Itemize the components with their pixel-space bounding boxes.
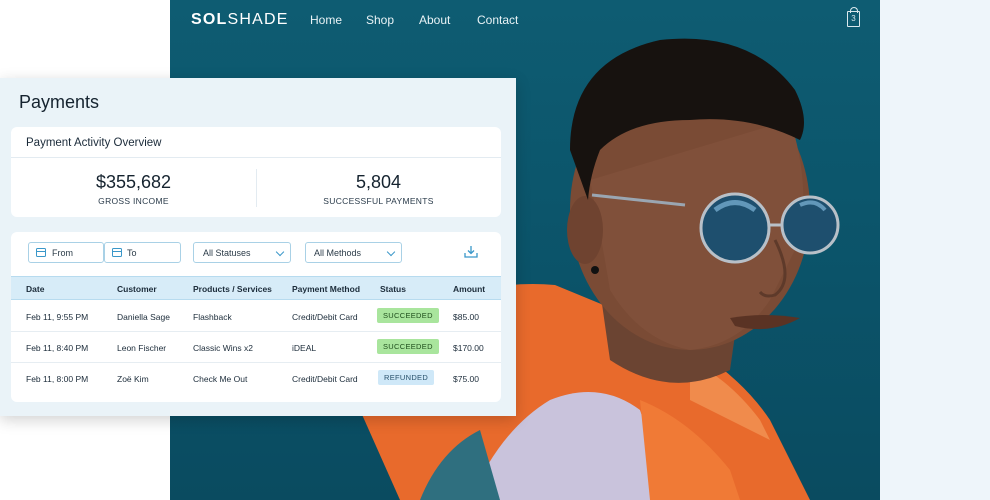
- cell-customer: Daniella Sage: [117, 312, 170, 322]
- cell-product: Classic Wins x2: [193, 343, 253, 353]
- cell-payment-method: Credit/Debit Card: [292, 312, 358, 322]
- divider: [11, 157, 501, 158]
- column-header-customer[interactable]: Customer: [117, 284, 157, 294]
- to-label: To: [127, 248, 137, 258]
- to-date-filter[interactable]: To: [104, 242, 181, 263]
- chevron-down-icon: [386, 247, 396, 257]
- nav-contact-link[interactable]: Contact: [477, 13, 518, 27]
- status-filter-dropdown[interactable]: All Statuses: [193, 242, 291, 263]
- status-filter-label: All Statuses: [203, 248, 251, 258]
- solshade-logo[interactable]: SOLSHADE: [191, 11, 289, 29]
- gross-income-value: $355,682: [95, 172, 172, 192]
- from-date-filter[interactable]: From: [28, 242, 104, 263]
- nav-shop-link[interactable]: Shop: [366, 13, 394, 27]
- payments-table-card: From To All Statuses All Methods Date Cu…: [11, 232, 501, 402]
- chevron-down-icon: [275, 247, 285, 257]
- status-badge: SUCCEEDED: [377, 308, 439, 323]
- page-title: Payments: [19, 92, 100, 112]
- cell-customer: Zoë Kim: [117, 374, 149, 384]
- cell-customer: Leon Fischer: [117, 343, 167, 353]
- status-badge: REFUNDED: [378, 370, 435, 385]
- column-header-amount[interactable]: Amount: [453, 284, 485, 294]
- payments-panel: Payments Payment Activity Overview $355,…: [0, 78, 516, 416]
- overview-title: Payment Activity Overview: [26, 137, 162, 149]
- table-row[interactable]: Feb 11, 8:40 PM Leon Fischer Classic Win…: [11, 332, 501, 363]
- method-filter-label: All Methods: [314, 248, 362, 258]
- table-row[interactable]: Feb 11, 8:00 PM Zoë Kim Check Me Out Cre…: [11, 363, 501, 394]
- right-background: [880, 0, 990, 500]
- cart-bag-icon[interactable]: 3: [847, 7, 860, 27]
- cell-amount: $170.00: [453, 343, 484, 353]
- site-navbar: SOLSHADE Home Shop About Contact 3: [170, 0, 880, 40]
- status-badge: SUCCEEDED: [377, 339, 439, 354]
- nav-about-link[interactable]: About: [419, 13, 450, 27]
- gross-income-label: GROSS INCOME: [98, 196, 169, 206]
- cell-date: Feb 11, 9:55 PM: [26, 312, 89, 322]
- column-header-payment-method[interactable]: Payment Method: [292, 284, 360, 294]
- download-icon[interactable]: [464, 246, 478, 258]
- calendar-icon: [112, 248, 122, 257]
- cell-amount: $85.00: [453, 312, 479, 322]
- column-header-date[interactable]: Date: [26, 284, 44, 294]
- payment-activity-overview-card: Payment Activity Overview $355,682 GROSS…: [11, 127, 501, 217]
- calendar-icon: [36, 248, 46, 257]
- nav-home-link[interactable]: Home: [310, 13, 342, 27]
- cell-date: Feb 11, 8:40 PM: [26, 343, 89, 353]
- cell-payment-method: Credit/Debit Card: [292, 374, 358, 384]
- cell-product: Flashback: [193, 312, 232, 322]
- cell-date: Feb 11, 8:00 PM: [26, 374, 89, 384]
- column-header-status[interactable]: Status: [380, 284, 406, 294]
- successful-payments-value: 5,804: [355, 172, 402, 192]
- column-header-products[interactable]: Products / Services: [193, 284, 272, 294]
- successful-payments-label: SUCCESSFUL PAYMENTS: [323, 196, 434, 206]
- table-row[interactable]: Feb 11, 9:55 PM Daniella Sage Flashback …: [11, 301, 501, 332]
- cell-product: Check Me Out: [193, 374, 248, 384]
- cell-payment-method: iDEAL: [292, 343, 317, 353]
- cell-amount: $75.00: [453, 374, 479, 384]
- method-filter-dropdown[interactable]: All Methods: [305, 242, 402, 263]
- logo-light-text: SHADE: [227, 11, 289, 28]
- logo-bold-text: SOL: [191, 11, 228, 28]
- table-header: Date Customer Products / Services Paymen…: [11, 276, 501, 300]
- from-label: From: [52, 248, 73, 258]
